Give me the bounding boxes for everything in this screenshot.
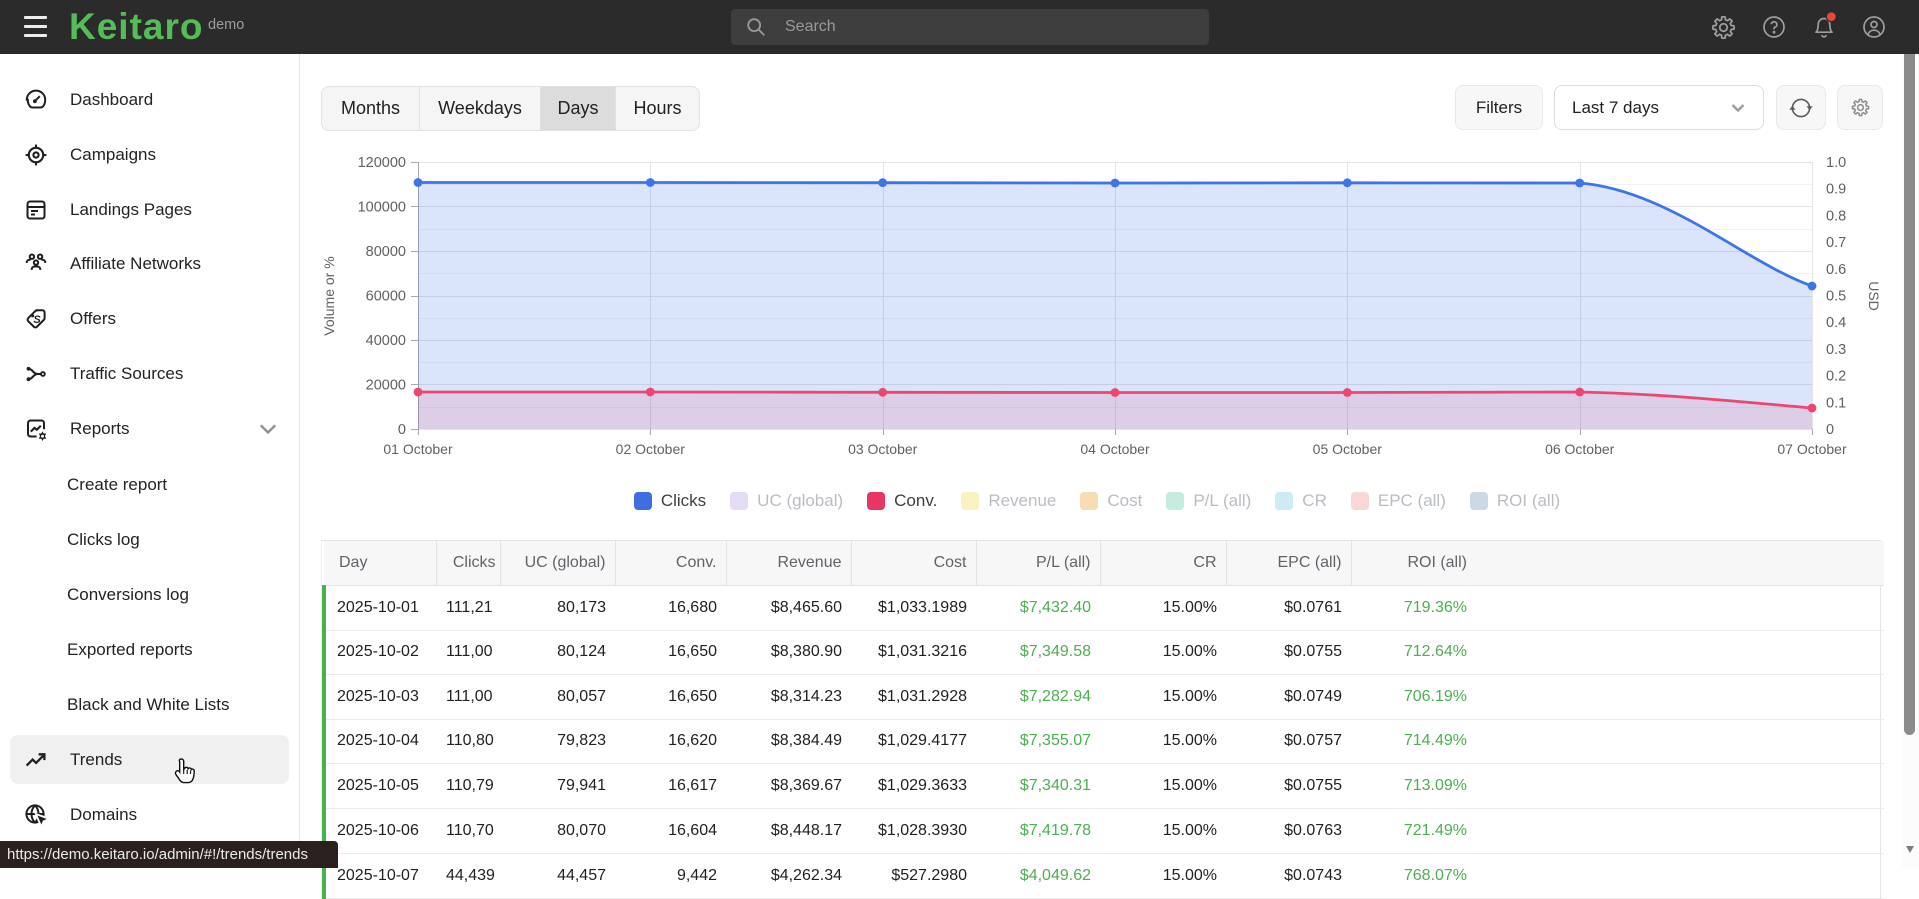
svg-text:40000: 40000 <box>366 333 406 349</box>
svg-text:0: 0 <box>398 422 406 438</box>
svg-text:01 October: 01 October <box>383 441 453 457</box>
svg-text:03 October: 03 October <box>848 441 918 457</box>
svg-text:0.8: 0.8 <box>1826 208 1846 224</box>
svg-text:100000: 100000 <box>358 200 406 216</box>
svg-text:60000: 60000 <box>366 289 406 305</box>
svg-text:05 October: 05 October <box>1313 441 1383 457</box>
svg-text:0.2: 0.2 <box>1826 369 1846 385</box>
svg-text:S: S <box>33 314 41 326</box>
svg-text:0.3: 0.3 <box>1826 342 1846 358</box>
svg-text:0.7: 0.7 <box>1826 235 1846 251</box>
svg-text:0.9: 0.9 <box>1826 182 1846 198</box>
svg-text:07 October: 07 October <box>1777 441 1847 457</box>
svg-text:0.6: 0.6 <box>1826 262 1846 278</box>
svg-text:Volume or %: Volume or % <box>321 256 337 335</box>
svg-text:0.1: 0.1 <box>1826 395 1846 411</box>
svg-text:120000: 120000 <box>358 155 406 171</box>
svg-text:20000: 20000 <box>366 378 406 394</box>
svg-text:80000: 80000 <box>366 244 406 260</box>
svg-text:04 October: 04 October <box>1080 441 1150 457</box>
svg-text:0.5: 0.5 <box>1826 289 1846 305</box>
svg-text:02 October: 02 October <box>616 441 686 457</box>
svg-text:0.4: 0.4 <box>1826 315 1846 331</box>
svg-text:06 October: 06 October <box>1545 441 1615 457</box>
svg-text:0: 0 <box>1826 422 1834 438</box>
svg-text:USD: USD <box>1866 281 1882 311</box>
svg-text:1.0: 1.0 <box>1826 155 1846 171</box>
